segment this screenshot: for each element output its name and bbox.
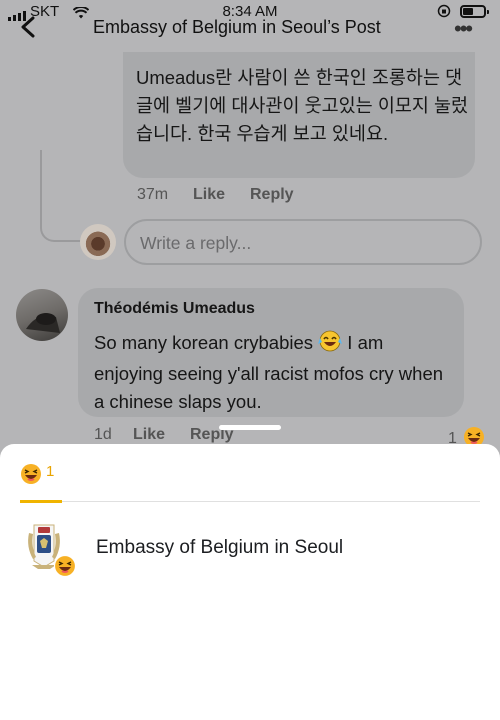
haha-reaction-icon [53, 554, 77, 582]
thread-connector [40, 150, 80, 242]
post-title: Embassy of Belgium in Seoul’s Post [93, 17, 381, 37]
haha-reaction-icon[interactable] [20, 463, 42, 490]
avatar [80, 224, 116, 260]
comment-time: 1d [94, 426, 112, 443]
comment-text: Umeadus란 사람이 쓴 한국인 조롱하는 댓글에 벨기에 대사관이 웃고있… [136, 67, 469, 144]
comment-author[interactable]: Théodémis Umeadus [94, 300, 255, 318]
reply-placeholder: Write a reply... [140, 233, 252, 253]
sheet-handle[interactable] [219, 425, 281, 430]
avatar[interactable] [16, 289, 68, 341]
reaction-tab-count[interactable]: 1 [46, 463, 54, 480]
orientation-lock-icon [437, 4, 451, 22]
comment-text: So many korean crybabies I am enjoying s… [94, 329, 454, 416]
active-tab-indicator [20, 500, 62, 503]
page-logo[interactable] [20, 521, 77, 578]
comment-time: 37m [137, 186, 169, 203]
reply-button[interactable]: Reply [250, 186, 294, 204]
reactor-name[interactable]: Embassy of Belgium in Seoul [96, 537, 343, 559]
more-options-icon[interactable]: ••• [454, 16, 473, 42]
reactions-sheet [0, 444, 500, 720]
back-icon[interactable] [20, 16, 36, 43]
crying-laughing-emoji-icon [318, 330, 343, 360]
like-button[interactable]: Like [133, 426, 165, 444]
comment-text-part: So many korean crybabies [94, 332, 319, 353]
tab-divider [20, 501, 480, 502]
like-button[interactable]: Like [193, 186, 225, 204]
